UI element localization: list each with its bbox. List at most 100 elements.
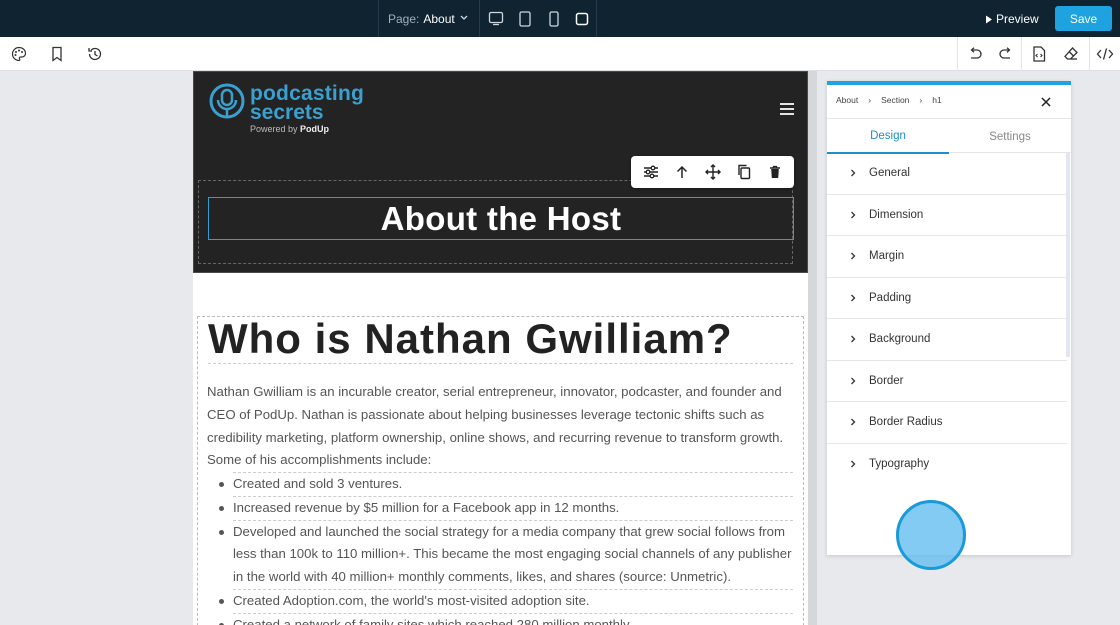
file-code-icon [1033, 46, 1046, 62]
fullscreen-view-button[interactable] [568, 0, 597, 37]
section-label: General [869, 167, 910, 180]
move-icon [704, 164, 721, 180]
section-typography[interactable]: Typography [827, 444, 1067, 486]
element-toolbar [631, 156, 794, 188]
preview-label: Preview [996, 12, 1039, 26]
code-file-button[interactable] [1029, 44, 1049, 64]
square-icon [575, 12, 589, 25]
section-border[interactable]: Border [827, 361, 1067, 402]
page-select[interactable]: Page: About [378, 0, 480, 37]
properties-panel: About › Section › h1 Design Settings Gen… [827, 81, 1071, 555]
hero-heading: About the Host [380, 199, 622, 237]
duplicate-button[interactable] [732, 160, 756, 184]
logo-line2: secrets [250, 101, 324, 124]
tab-settings[interactable]: Settings [949, 119, 1071, 154]
panel-tabs: Design Settings [827, 118, 1071, 154]
who-heading[interactable]: Who is Nathan Gwilliam? [208, 314, 793, 364]
section-padding[interactable]: Padding [827, 278, 1067, 319]
mobile-icon [548, 10, 559, 27]
section-label: Dimension [869, 208, 924, 221]
section-margin[interactable]: Margin [827, 236, 1067, 278]
chevron-right-icon [851, 418, 856, 426]
desktop-icon [488, 11, 503, 26]
eraser-icon [1064, 47, 1078, 60]
play-icon [986, 15, 992, 23]
chevron-right-icon [851, 377, 856, 385]
mobile-view-button[interactable] [539, 0, 568, 37]
chevron-down-icon [460, 15, 468, 20]
bookmark-button[interactable] [47, 44, 67, 64]
tab-design[interactable]: Design [827, 119, 949, 154]
section-label: Border Radius [869, 416, 943, 429]
breadcrumb-item[interactable]: Section [881, 95, 909, 105]
breadcrumb-item[interactable]: About [836, 95, 858, 105]
save-button[interactable]: Save [1055, 6, 1112, 31]
copy-icon [737, 164, 750, 180]
undo-icon [970, 47, 982, 59]
design-sections: General Dimension Margin Padding Backgro… [827, 153, 1067, 485]
section-label: Typography [869, 458, 930, 471]
page-canvas[interactable]: podcasting secrets Powered by PodUp Abou… [193, 71, 808, 625]
list-item[interactable]: Increased revenue by $5 million for a Fa… [219, 495, 793, 520]
panel-scrollbar[interactable] [1066, 153, 1070, 357]
section-general[interactable]: General [827, 153, 1067, 195]
hero-section[interactable]: podcasting secrets Powered by PodUp Abou… [193, 71, 808, 273]
toolbar-divider [1089, 37, 1090, 71]
breadcrumb-separator: › [919, 95, 923, 105]
page-select-value: About [423, 11, 455, 26]
section-label: Margin [869, 250, 905, 263]
trash-icon [769, 165, 780, 178]
page-select-label: Page: [388, 11, 420, 26]
brand-logo: podcasting secrets Powered by PodUp [250, 83, 364, 134]
chevron-right-icon [851, 211, 856, 219]
chevron-right-icon [851, 335, 856, 343]
section-label: Background [869, 333, 931, 346]
close-icon[interactable] [1039, 95, 1053, 109]
undo-button[interactable] [965, 44, 985, 64]
clear-button[interactable] [1061, 44, 1081, 64]
element-settings-button[interactable] [639, 160, 663, 184]
section-background[interactable]: Background [827, 319, 1067, 361]
select-parent-button[interactable] [670, 160, 694, 184]
list-item[interactable]: Created a network of family sites which … [219, 612, 793, 625]
sliders-icon [643, 165, 658, 179]
touch-indicator [896, 500, 966, 570]
palette-icon [11, 46, 27, 62]
toolbar-divider [957, 37, 958, 71]
history-button[interactable] [85, 44, 105, 64]
breadcrumb-item[interactable]: h1 [932, 95, 941, 105]
editor-toolbar [0, 37, 1120, 71]
tablet-icon [518, 10, 531, 27]
bio-paragraph[interactable]: Nathan Gwilliam is an incurable creator,… [207, 381, 792, 472]
logo-powered: Powered by PodUp [250, 124, 364, 134]
hamburger-menu-icon[interactable] [779, 102, 795, 116]
preview-button[interactable]: Preview [985, 9, 1039, 29]
redo-button[interactable] [996, 44, 1016, 64]
section-label: Padding [869, 291, 912, 304]
desktop-view-button[interactable] [481, 0, 510, 37]
list-item[interactable]: Developed and launched the social strate… [219, 519, 793, 589]
arrow-up-icon [676, 165, 687, 178]
selected-heading[interactable]: About the Host [208, 197, 794, 240]
move-button[interactable] [701, 160, 725, 184]
chevron-right-icon [851, 294, 856, 302]
section-dimension[interactable]: Dimension [827, 195, 1067, 236]
bookmark-icon [52, 46, 62, 62]
chevron-right-icon [851, 169, 856, 177]
toolbar-divider [1021, 37, 1022, 71]
section-border-radius[interactable]: Border Radius [827, 402, 1067, 444]
chevron-right-icon [851, 252, 856, 260]
code-view-button[interactable] [1095, 44, 1115, 64]
powered-by-text: Powered by [250, 124, 298, 134]
delete-button[interactable] [763, 160, 787, 184]
theme-button[interactable] [9, 44, 29, 64]
accomplishments-list: Created and sold 3 ventures. Increased r… [219, 472, 793, 625]
breadcrumb-separator: › [868, 95, 872, 105]
code-icon [1096, 48, 1114, 60]
tablet-view-button[interactable] [510, 0, 539, 37]
list-item[interactable]: Created Adoption.com, the world's most-v… [219, 588, 793, 613]
microphone-logo-icon [209, 83, 245, 119]
list-item[interactable]: Created and sold 3 ventures. [219, 472, 793, 496]
canvas-scrollbar[interactable] [808, 71, 817, 625]
top-bar: Page: About Preview Save [0, 0, 1120, 37]
